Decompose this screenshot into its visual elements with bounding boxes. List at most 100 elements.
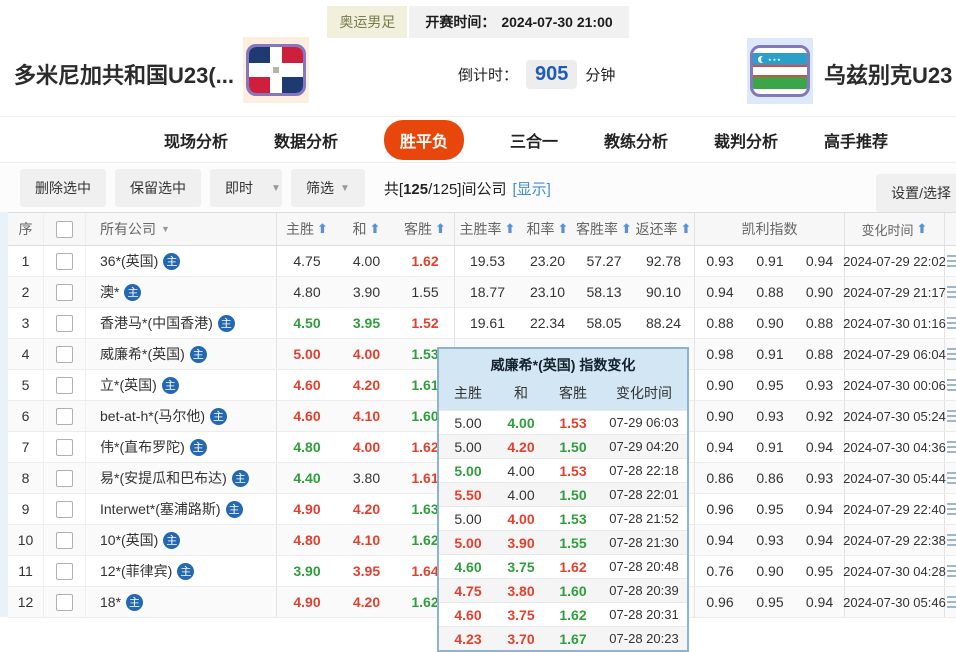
header-away-odds[interactable]: 客胜⬆ bbox=[396, 213, 455, 245]
kelly-cell: 0.91 bbox=[745, 246, 795, 276]
company-cell[interactable]: 易*(安提瓜和巴布达)主 bbox=[86, 463, 277, 493]
odds-cell[interactable]: 4.10 bbox=[337, 525, 396, 555]
row-checkbox[interactable] bbox=[56, 563, 73, 580]
main-company-badge-icon: 主 bbox=[190, 439, 207, 456]
odds-cell[interactable]: 4.00 bbox=[337, 339, 396, 369]
odds-cell[interactable]: 4.80 bbox=[277, 525, 337, 555]
company-cell[interactable]: 36*(英国)主 bbox=[86, 246, 277, 276]
odds-cell[interactable]: 4.00 bbox=[337, 432, 396, 462]
odds-cell[interactable]: 4.50 bbox=[277, 308, 337, 338]
odds-cell[interactable]: 4.00 bbox=[337, 246, 396, 276]
header-change-time[interactable]: 变化时间⬆ bbox=[845, 213, 945, 245]
row-checkbox[interactable] bbox=[56, 470, 73, 487]
row-checkbox[interactable] bbox=[56, 253, 73, 270]
odds-cell[interactable]: 4.20 bbox=[337, 587, 396, 617]
odds-cell[interactable]: 4.60 bbox=[277, 401, 337, 431]
company-cell[interactable]: 伟*(直布罗陀)主 bbox=[86, 432, 277, 462]
kelly-cell: 0.93 bbox=[795, 463, 845, 493]
odds-cell[interactable]: 4.75 bbox=[277, 246, 337, 276]
odds-cell[interactable]: 4.90 bbox=[277, 494, 337, 524]
header-home-odds[interactable]: 主胜⬆ bbox=[277, 213, 337, 245]
filter-dropdown-label: 筛选 bbox=[306, 178, 334, 198]
chevron-down-icon: ▼ bbox=[340, 183, 350, 194]
odds-cell[interactable]: 1.62 bbox=[396, 246, 455, 276]
delete-selected-button[interactable]: 删除选中 bbox=[20, 169, 106, 207]
header-select-all[interactable] bbox=[44, 213, 86, 245]
odds-cell[interactable]: 1.55 bbox=[396, 277, 455, 307]
company-cell[interactable]: 10*(英国)主 bbox=[86, 525, 277, 555]
header-home-rate[interactable]: 主胜率⬆ bbox=[455, 213, 520, 245]
tab-4[interactable]: 三合一 bbox=[510, 128, 558, 152]
kelly-cell: 0.94 bbox=[695, 432, 745, 462]
trend-history-icon[interactable] bbox=[947, 255, 956, 267]
row-checkbox[interactable] bbox=[56, 346, 73, 363]
row-checkbox[interactable] bbox=[56, 284, 73, 301]
show-link[interactable]: [显示] bbox=[512, 178, 550, 199]
row-checkbox[interactable] bbox=[56, 439, 73, 456]
popup-row: 5.504.001.5007-28 22:01 bbox=[439, 482, 687, 506]
checkbox-cell bbox=[44, 525, 86, 555]
odds-cell[interactable]: 3.95 bbox=[337, 308, 396, 338]
odds-cell[interactable]: 5.00 bbox=[277, 339, 337, 369]
trend-history-icon[interactable] bbox=[947, 379, 956, 391]
popup-odds-cell: 5.00 bbox=[439, 439, 497, 455]
filter-dropdown[interactable]: 筛选 ▼ bbox=[291, 169, 365, 207]
tab-3[interactable]: 胜平负 bbox=[384, 120, 464, 160]
company-cell[interactable]: bet-at-h*(马尔他)主 bbox=[86, 401, 277, 431]
row-checkbox[interactable] bbox=[56, 594, 73, 611]
row-checkbox[interactable] bbox=[56, 408, 73, 425]
trend-history-icon[interactable] bbox=[947, 534, 956, 546]
change-time-cell: 2024-07-30 00:06 bbox=[845, 370, 945, 400]
tab-2[interactable]: 数据分析 bbox=[274, 128, 338, 152]
trend-history-icon[interactable] bbox=[947, 565, 956, 577]
odds-cell[interactable]: 3.80 bbox=[337, 463, 396, 493]
header-return-rate[interactable]: 返还率⬆ bbox=[633, 213, 695, 245]
company-cell[interactable]: 18*主 bbox=[86, 587, 277, 617]
tab-1[interactable]: 现场分析 bbox=[164, 128, 228, 152]
rate-cell: 19.61 bbox=[455, 308, 520, 338]
odds-cell[interactable]: 4.60 bbox=[277, 370, 337, 400]
header-company[interactable]: 所有公司▼ bbox=[86, 213, 277, 245]
trend-history-icon[interactable] bbox=[947, 441, 956, 453]
header-away-rate[interactable]: 客胜率⬆ bbox=[575, 213, 633, 245]
select-all-checkbox[interactable] bbox=[56, 221, 73, 238]
instant-dropdown[interactable]: 即时 ▼ bbox=[210, 169, 282, 207]
company-cell[interactable]: 威廉希*(英国)主 bbox=[86, 339, 277, 369]
odds-cell[interactable]: 4.20 bbox=[337, 494, 396, 524]
row-checkbox[interactable] bbox=[56, 501, 73, 518]
odds-cell[interactable]: 4.10 bbox=[337, 401, 396, 431]
company-cell[interactable]: 立*(英国)主 bbox=[86, 370, 277, 400]
keep-selected-button[interactable]: 保留选中 bbox=[115, 169, 201, 207]
tab-5[interactable]: 教练分析 bbox=[604, 128, 668, 152]
odds-cell[interactable]: 4.90 bbox=[277, 587, 337, 617]
odds-cell[interactable]: 3.95 bbox=[337, 556, 396, 586]
odds-cell[interactable]: 4.80 bbox=[277, 432, 337, 462]
rate-cell: 23.10 bbox=[520, 277, 575, 307]
row-checkbox[interactable] bbox=[56, 377, 73, 394]
header-draw-odds[interactable]: 和⬆ bbox=[337, 213, 396, 245]
odds-cell[interactable]: 4.40 bbox=[277, 463, 337, 493]
odds-cell[interactable]: 3.90 bbox=[277, 556, 337, 586]
tab-6[interactable]: 裁判分析 bbox=[714, 128, 778, 152]
trend-history-icon[interactable] bbox=[947, 503, 956, 515]
settings-select-button[interactable]: 设置/选择 bbox=[876, 174, 956, 212]
row-checkbox[interactable] bbox=[56, 315, 73, 332]
tab-7[interactable]: 高手推荐 bbox=[824, 128, 888, 152]
odds-cell[interactable]: 4.80 bbox=[277, 277, 337, 307]
odds-cell[interactable]: 1.52 bbox=[396, 308, 455, 338]
company-cell[interactable]: 香港马*(中国香港)主 bbox=[86, 308, 277, 338]
company-cell[interactable]: 12*(菲律宾)主 bbox=[86, 556, 277, 586]
trend-history-icon[interactable] bbox=[947, 317, 956, 329]
header-draw-rate[interactable]: 和率⬆ bbox=[520, 213, 575, 245]
popup-time-cell: 07-28 20:23 bbox=[601, 631, 687, 646]
row-checkbox[interactable] bbox=[56, 532, 73, 549]
company-cell[interactable]: 澳*主 bbox=[86, 277, 277, 307]
trend-history-icon[interactable] bbox=[947, 472, 956, 484]
odds-cell[interactable]: 4.20 bbox=[337, 370, 396, 400]
trend-history-icon[interactable] bbox=[947, 596, 956, 608]
trend-history-icon[interactable] bbox=[947, 410, 956, 422]
odds-cell[interactable]: 3.90 bbox=[337, 277, 396, 307]
trend-history-icon[interactable] bbox=[947, 286, 956, 298]
company-cell[interactable]: Interwet*(塞浦路斯)主 bbox=[86, 494, 277, 524]
trend-history-icon[interactable] bbox=[947, 348, 956, 360]
